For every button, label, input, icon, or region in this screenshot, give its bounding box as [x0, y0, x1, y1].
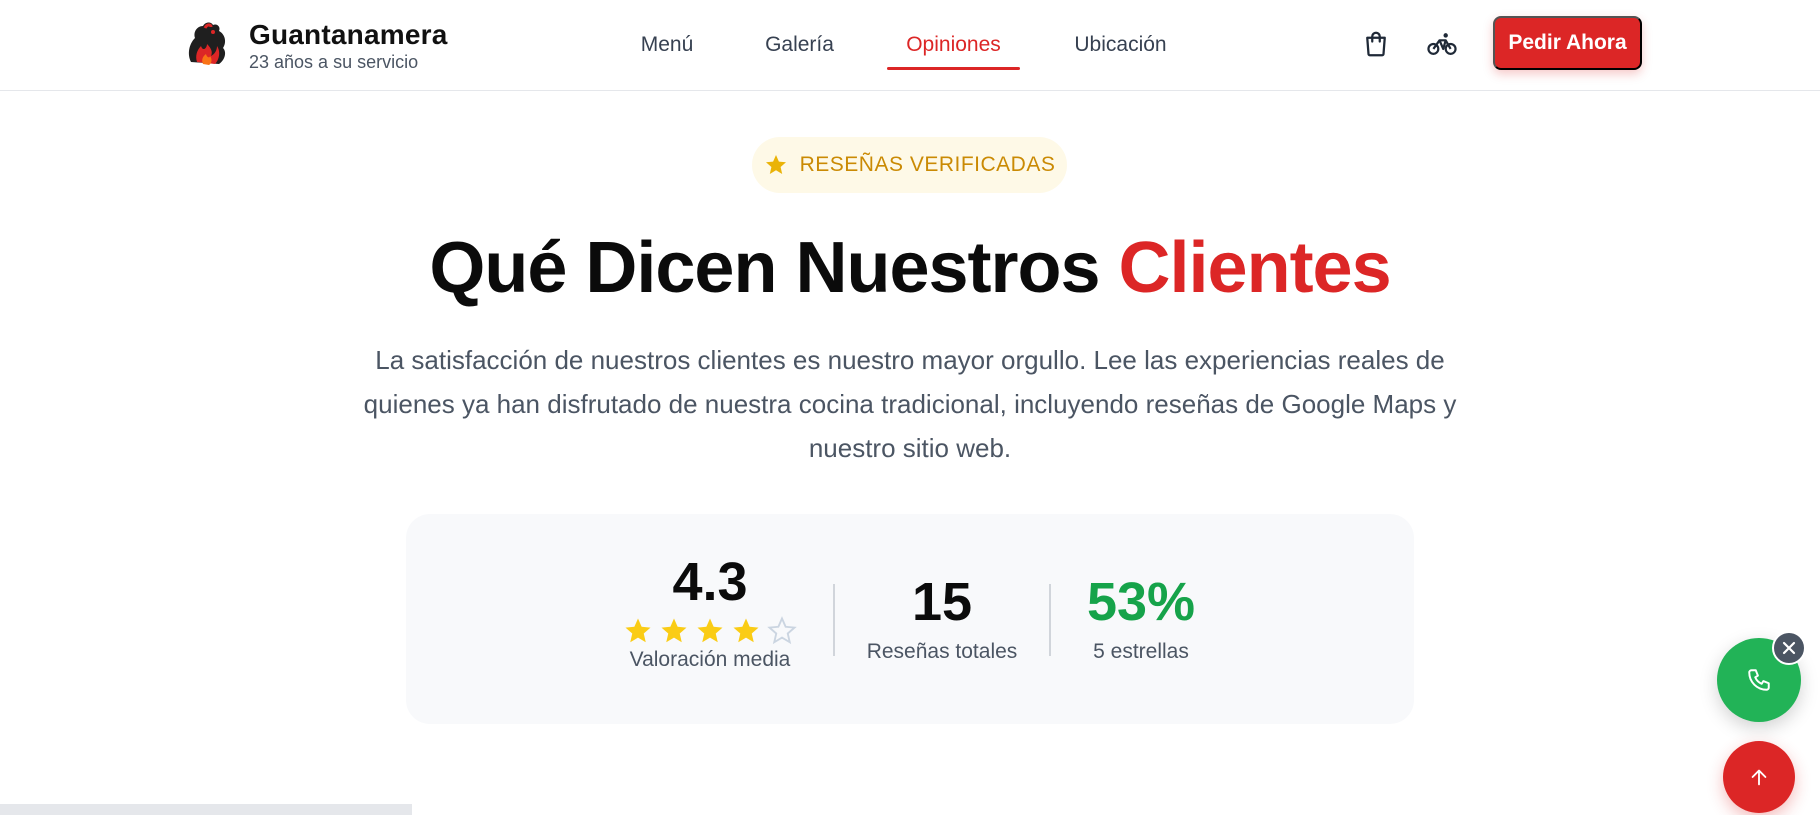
- shopping-bag-icon: [1366, 31, 1386, 57]
- star-icon: [765, 155, 786, 174]
- rating-stars: [610, 616, 810, 646]
- scroll-top-button[interactable]: [1723, 741, 1795, 813]
- stat-divider: [833, 584, 835, 656]
- phone-icon: [1748, 669, 1770, 691]
- title-main: Qué Dicen Nuestros: [429, 228, 1119, 308]
- star-filled-icon: [733, 618, 759, 643]
- star-filled-icon: [697, 618, 723, 643]
- page-subtitle: La satisfacción de nuestros clientes es …: [363, 345, 1457, 463]
- cart-button[interactable]: [1358, 26, 1394, 62]
- nav-item-opiniones[interactable]: Opiniones: [887, 28, 1020, 62]
- five-star-value: 53%: [1086, 572, 1196, 632]
- average-rating-label: Valoración media: [629, 648, 791, 671]
- nav-item-galeria[interactable]: Galería: [751, 28, 848, 62]
- star-empty-icon: [767, 616, 797, 645]
- title-accent: Clientes: [1118, 228, 1392, 308]
- site-header: Guantanamera 23 años a su servicio Menú …: [0, 0, 1820, 91]
- active-nav-indicator: [887, 67, 1020, 70]
- nav-item-ubicacion[interactable]: Ubicación: [1063, 28, 1178, 62]
- page-title: Qué Dicen Nuestros Clientes: [0, 225, 1820, 311]
- next-section-edge: [0, 804, 412, 815]
- star-filled-icon: [625, 618, 651, 643]
- close-icon: [1782, 641, 1796, 655]
- stat-divider: [1049, 584, 1051, 656]
- arrow-up-icon: [1751, 769, 1767, 786]
- total-reviews-value: 15: [911, 572, 973, 632]
- average-rating-stat: 4.3 Valoración media: [610, 552, 810, 674]
- order-now-button[interactable]: Pedir Ahora: [1493, 16, 1642, 70]
- bicycle-icon: [1427, 33, 1457, 55]
- total-reviews-stat: 15 Reseñas totales: [852, 572, 1032, 666]
- five-star-label: 5 estrellas: [1093, 640, 1189, 663]
- badge-label: RESEÑAS VERIFICADAS: [799, 153, 1056, 176]
- five-star-stat: 53% 5 estrellas: [1061, 572, 1221, 666]
- star-filled-icon: [661, 618, 687, 643]
- nav-item-menu[interactable]: Menú: [626, 28, 708, 62]
- verified-reviews-badge: RESEÑAS VERIFICADAS: [752, 137, 1067, 193]
- close-call-button[interactable]: [1772, 631, 1806, 665]
- delivery-button[interactable]: [1424, 26, 1460, 62]
- average-rating-value: 4.3: [672, 552, 748, 612]
- total-reviews-label: Reseñas totales: [866, 640, 1018, 663]
